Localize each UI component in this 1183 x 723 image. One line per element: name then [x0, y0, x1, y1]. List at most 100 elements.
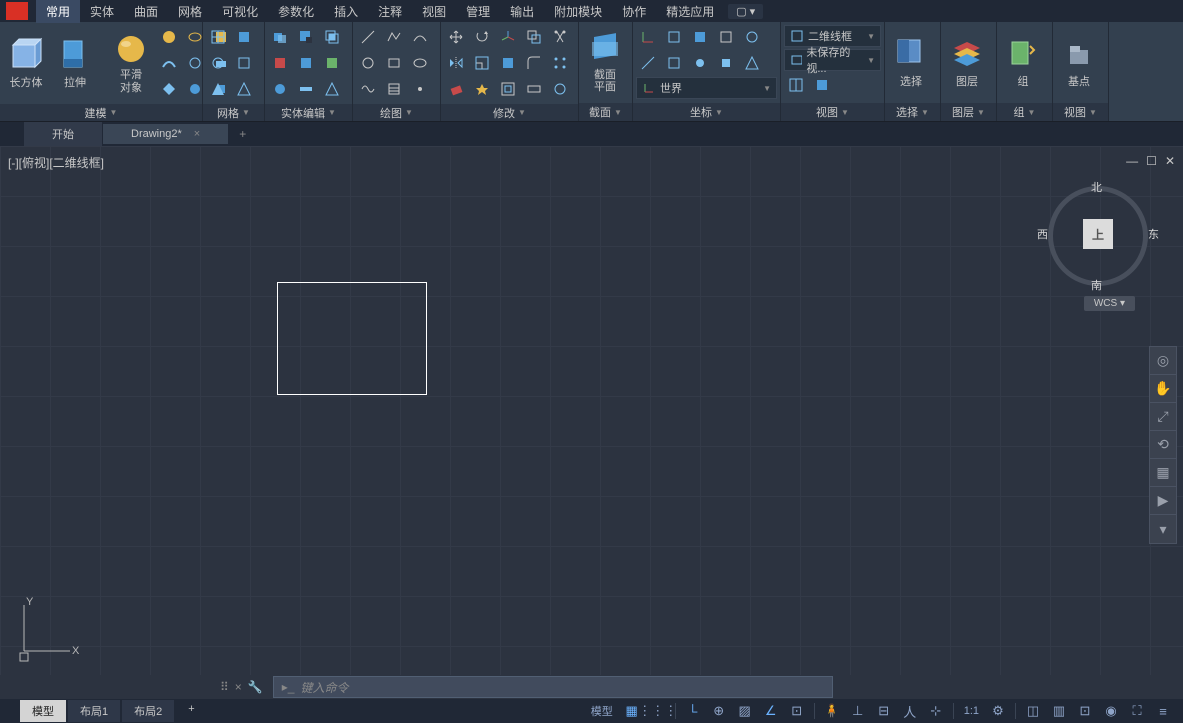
- doctab-start[interactable]: 开始: [24, 122, 102, 146]
- viewcube-top[interactable]: 上: [1083, 219, 1113, 249]
- mesh-tool-6[interactable]: [232, 77, 256, 101]
- offset-button[interactable]: [496, 77, 520, 101]
- status-ortho-button[interactable]: └: [681, 701, 705, 721]
- spline-button[interactable]: [356, 77, 380, 101]
- array-button[interactable]: [548, 51, 572, 75]
- nav-orbit-button[interactable]: ⟲: [1150, 431, 1176, 459]
- viewport-maximize-icon[interactable]: ☐: [1146, 154, 1157, 168]
- menu-tab-7[interactable]: 注释: [368, 0, 412, 23]
- explode-button[interactable]: [470, 77, 494, 101]
- trim-button[interactable]: [548, 25, 572, 49]
- select-button[interactable]: 选择: [888, 25, 934, 100]
- ucs-tool-10[interactable]: [740, 51, 764, 75]
- panel-title-solid-edit[interactable]: 实体编辑▼: [265, 104, 352, 121]
- featured-apps-dropdown[interactable]: ▢ ▾: [728, 4, 763, 19]
- viewport-minimize-icon[interactable]: —: [1126, 154, 1138, 168]
- status-3dosnap-button[interactable]: 人: [898, 701, 922, 721]
- sweep-button[interactable]: [157, 51, 181, 75]
- wcs-badge[interactable]: WCS ▾: [1084, 296, 1135, 311]
- ucs-icon-canvas[interactable]: Y X: [14, 595, 84, 665]
- ucs-tool-4[interactable]: [714, 25, 738, 49]
- mesh-tool-4[interactable]: [232, 51, 256, 75]
- status-ducs-button[interactable]: 🧍: [820, 701, 844, 721]
- group-button[interactable]: 组: [1000, 25, 1046, 100]
- menu-tab-6[interactable]: 插入: [324, 0, 368, 23]
- rectangle-button[interactable]: [382, 51, 406, 75]
- presspull-button[interactable]: [157, 77, 181, 101]
- base-button[interactable]: 基点: [1056, 25, 1102, 100]
- cmd-handle-icon[interactable]: ⠿: [220, 680, 229, 694]
- viewport-label[interactable]: [-][俯视][二维线框]: [8, 154, 104, 171]
- solid-edit-5[interactable]: [294, 51, 318, 75]
- mesh-tool-3[interactable]: [206, 51, 230, 75]
- nav-showmotion-button[interactable]: ▦: [1150, 459, 1176, 487]
- arc-button[interactable]: [408, 25, 432, 49]
- layout-add-button[interactable]: +: [176, 700, 206, 722]
- polyline-button[interactable]: [382, 25, 406, 49]
- ucs-tool-2[interactable]: [662, 25, 686, 49]
- line-button[interactable]: [356, 25, 380, 49]
- panel-title-view[interactable]: 视图▼: [781, 103, 884, 121]
- ellipse-button[interactable]: [408, 51, 432, 75]
- ucs-tool-6[interactable]: [636, 51, 660, 75]
- solid-edit-6[interactable]: [320, 51, 344, 75]
- mesh-tool-1[interactable]: [206, 25, 230, 49]
- circle-button[interactable]: [356, 51, 380, 75]
- panel-title-layers[interactable]: 图层▼: [941, 103, 996, 121]
- view-tool-2[interactable]: [810, 73, 834, 97]
- smooth-object-button[interactable]: 平滑对象: [108, 25, 154, 101]
- panel-title-coords[interactable]: 坐标▼: [633, 103, 780, 121]
- status-gear-button[interactable]: ⚙: [986, 701, 1010, 721]
- layout-tab-2[interactable]: 布局2: [122, 700, 174, 722]
- status-iso-button[interactable]: ▨: [733, 701, 757, 721]
- panel-title-mesh[interactable]: 网格▼: [203, 104, 264, 121]
- doctab-drawing2[interactable]: Drawing2*×: [103, 124, 228, 144]
- polysolid-button[interactable]: [157, 25, 181, 49]
- ucs-tool-1[interactable]: [636, 25, 660, 49]
- intersect-button[interactable]: [320, 25, 344, 49]
- menu-tab-0[interactable]: 常用: [36, 0, 80, 23]
- mirror-button[interactable]: [444, 51, 468, 75]
- solid-edit-4[interactable]: [268, 51, 292, 75]
- move-button[interactable]: [444, 25, 468, 49]
- nav-expand-button[interactable]: ▾: [1150, 515, 1176, 543]
- extrude-button[interactable]: 拉伸: [52, 25, 98, 101]
- modify-15[interactable]: [548, 77, 572, 101]
- layout-tab-model[interactable]: 模型: [20, 700, 66, 722]
- status-customize-button[interactable]: ≡: [1151, 701, 1175, 721]
- menu-tab-4[interactable]: 可视化: [212, 0, 268, 23]
- drawn-rectangle[interactable]: [277, 282, 427, 395]
- status-snap-button[interactable]: ⋮⋮⋮: [646, 701, 670, 721]
- status-lwt-button[interactable]: ⊟: [872, 701, 896, 721]
- panel-title-select[interactable]: 选择▼: [885, 103, 940, 121]
- status-fullscreen-button[interactable]: ⛶: [1125, 701, 1149, 721]
- viewcube[interactable]: 上 北 南 西 东: [1043, 181, 1153, 291]
- app-icon[interactable]: [6, 2, 28, 20]
- nav-play-button[interactable]: ▶: [1150, 487, 1176, 515]
- mesh-tool-2[interactable]: [232, 25, 256, 49]
- panel-title-group[interactable]: 组▼: [997, 103, 1052, 121]
- viewport-close-icon[interactable]: ✕: [1165, 154, 1175, 168]
- status-otrack-button[interactable]: ⊡: [785, 701, 809, 721]
- panel-title-draw[interactable]: 绘图▼: [353, 104, 440, 121]
- hatch-button[interactable]: [382, 77, 406, 101]
- panel-title-section[interactable]: 截面▼: [579, 103, 632, 121]
- rotate-button[interactable]: [470, 25, 494, 49]
- fillet-button[interactable]: [522, 51, 546, 75]
- section-plane-button[interactable]: 截面平面: [582, 25, 628, 100]
- menu-tab-13[interactable]: 精选应用: [656, 0, 724, 23]
- mesh-tool-5[interactable]: [206, 77, 230, 101]
- menu-tab-10[interactable]: 输出: [500, 0, 544, 23]
- command-input[interactable]: ▸_ 键入命令: [273, 676, 833, 698]
- menu-tab-12[interactable]: 协作: [612, 0, 656, 23]
- panel-title-viewbase[interactable]: 视图▼: [1053, 103, 1108, 121]
- add-tab-button[interactable]: +: [229, 123, 256, 145]
- 3dalign-button[interactable]: [496, 51, 520, 75]
- erase-button[interactable]: [444, 77, 468, 101]
- box-button[interactable]: 长方体: [3, 25, 49, 101]
- status-scale[interactable]: 1:1: [959, 701, 984, 721]
- menu-tab-1[interactable]: 实体: [80, 0, 124, 23]
- menu-tab-8[interactable]: 视图: [412, 0, 456, 23]
- status-isolate-button[interactable]: ⊡: [1073, 701, 1097, 721]
- ucs-tool-9[interactable]: [714, 51, 738, 75]
